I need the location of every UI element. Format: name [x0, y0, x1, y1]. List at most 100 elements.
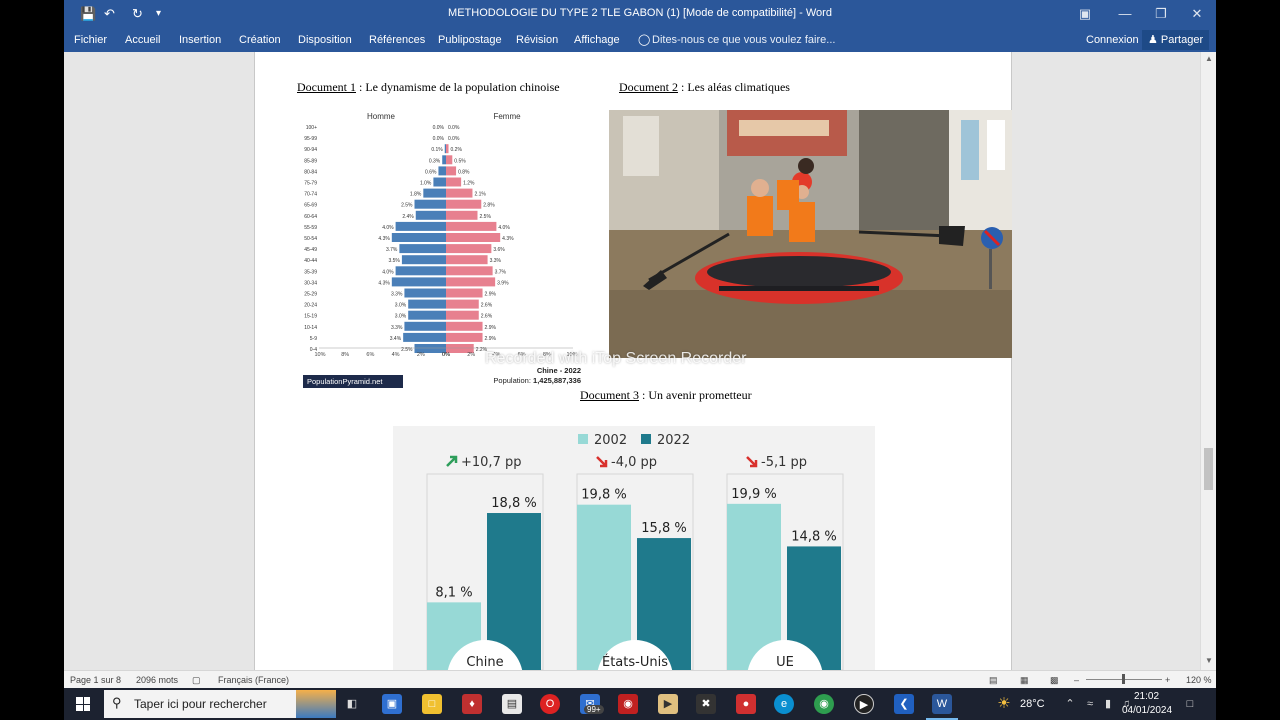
- search-placeholder: Taper ici pour rechercher: [134, 697, 267, 711]
- chrome-icon[interactable]: ◉: [814, 694, 834, 714]
- document-icon[interactable]: ▤: [502, 694, 522, 714]
- tab-creation[interactable]: Création: [239, 32, 281, 48]
- camera-app-icon[interactable]: ●: [736, 694, 756, 714]
- tab-references[interactable]: Références: [369, 32, 425, 48]
- pyramid-value-femme: 3.7%: [495, 269, 507, 275]
- tab-revision[interactable]: Révision: [516, 32, 558, 48]
- media-player-icon[interactable]: ▶: [658, 694, 678, 714]
- pyramid-value-homme: 1.8%: [410, 192, 422, 198]
- tab-disposition[interactable]: Disposition: [298, 32, 352, 48]
- store-icon[interactable]: ▣: [382, 694, 402, 714]
- scroll-up-icon[interactable]: ▲: [1201, 54, 1216, 63]
- read-mode-icon[interactable]: ▤: [989, 674, 998, 686]
- zoom-in-icon[interactable]: +: [1165, 674, 1170, 686]
- pyramid-value-femme: 2.9%: [485, 292, 497, 298]
- pyramid-value-homme: 3.3%: [391, 325, 403, 331]
- pyramid-bar-homme: [444, 144, 446, 154]
- tab-publipostage[interactable]: Publipostage: [438, 32, 502, 48]
- pyramid-value-homme: 4.0%: [382, 269, 394, 275]
- pyramid-bar-femme: [446, 266, 493, 276]
- wifi-icon[interactable]: ≈: [1080, 694, 1100, 714]
- pyramid-value-homme: 4.3%: [378, 280, 390, 286]
- bar-value-label: 15,8 %: [641, 521, 686, 536]
- pyramid-value-homme: 2.4%: [402, 214, 414, 220]
- temperature[interactable]: 28°C: [1020, 698, 1045, 710]
- battery-icon[interactable]: ▮: [1098, 694, 1118, 714]
- pyramid-bar-femme: [446, 299, 479, 309]
- pyramid-age-label: 90-94: [304, 147, 317, 153]
- status-bar: Page 1 sur 8 2096 mots ▢ Français (Franc…: [64, 670, 1216, 688]
- pyramid-age-label: 75-79: [304, 181, 317, 187]
- category-label: Chine: [466, 655, 503, 670]
- recorder-watermark: Recorded with iTop Screen Recorder: [485, 350, 747, 367]
- pyramid-age-label: 65-69: [304, 203, 317, 209]
- pyramid-bar-femme: [446, 188, 473, 198]
- bar-value-label: 18,8 %: [491, 496, 536, 511]
- pyramid-age-label: 45-49: [304, 247, 317, 253]
- lightbulb-icon: ◯: [638, 34, 651, 46]
- scroll-thumb[interactable]: [1204, 448, 1213, 490]
- share-button[interactable]: ♟ Partager: [1142, 30, 1210, 50]
- page-count[interactable]: Page 1 sur 8: [70, 674, 121, 686]
- tell-me-input[interactable]: Dites-nous ce que vous voulez faire...: [652, 32, 835, 48]
- clock-time[interactable]: 21:02: [1134, 691, 1159, 702]
- zoom-level[interactable]: 120 %: [1186, 674, 1212, 686]
- close-icon[interactable]: ✕: [1182, 4, 1212, 24]
- pyramid-bar-femme: [446, 144, 449, 154]
- pyramid-age-label: 35-39: [304, 269, 317, 275]
- video-player-icon[interactable]: ▶: [854, 694, 874, 714]
- signin-link[interactable]: Connexion: [1086, 32, 1139, 48]
- restore-icon[interactable]: ❐: [1146, 4, 1176, 24]
- app-red-icon[interactable]: ♦: [462, 694, 482, 714]
- print-layout-icon[interactable]: ▦: [1020, 674, 1029, 686]
- scroll-down-icon[interactable]: ▼: [1201, 656, 1216, 665]
- population-pyramid-chart: Homme Femme 100+ 0.0% 0.0%95-99 0.0% 0.0%90-…: [303, 112, 581, 388]
- windows-start-icon[interactable]: [76, 697, 90, 711]
- pyramid-value-femme: 0.0%: [448, 125, 460, 131]
- word-taskbar-icon[interactable]: W: [932, 694, 952, 714]
- arrow-up-icon: [446, 455, 458, 467]
- ribbon-display-options-icon[interactable]: ▣: [1070, 4, 1100, 24]
- web-layout-icon[interactable]: ▩: [1050, 674, 1059, 686]
- pyramid-bar-homme: [414, 199, 446, 209]
- task-view-icon[interactable]: ◧: [342, 694, 362, 714]
- tab-insertion[interactable]: Insertion: [179, 32, 221, 48]
- pyramid-value-femme: 2.1%: [474, 192, 486, 198]
- title-bar: 💾 ↶ ↻ ▾ METHODOLOGIE DU TYPE 2 TLE GABON…: [64, 0, 1216, 28]
- tab-affichage[interactable]: Affichage: [574, 32, 620, 48]
- clock-date[interactable]: 04/01/2024: [1122, 705, 1172, 716]
- language[interactable]: Français (France): [218, 674, 289, 686]
- taskbar-search-input[interactable]: ⚲ Taper ici pour rechercher: [104, 690, 336, 718]
- pyramid-bar-femme: [446, 210, 478, 220]
- document-page[interactable]: Document 1 : Le dynamisme de la populati…: [254, 52, 1012, 670]
- chevron-up-icon[interactable]: ⌃: [1060, 694, 1080, 714]
- weather-icon[interactable]: ☀: [994, 694, 1014, 714]
- file-explorer-icon[interactable]: □: [422, 694, 442, 714]
- tab-accueil[interactable]: Accueil: [125, 32, 160, 48]
- vertical-scrollbar[interactable]: ▲ ▼: [1200, 52, 1216, 670]
- zoom-slider-thumb[interactable]: [1122, 674, 1125, 684]
- pyramid-bar-homme: [433, 177, 446, 187]
- pyramid-value-femme: 3.3%: [490, 258, 502, 264]
- vscode-icon[interactable]: ❮: [894, 694, 914, 714]
- notifications-icon[interactable]: □: [1180, 694, 1200, 714]
- edge-icon[interactable]: e: [774, 694, 794, 714]
- proofing-icon[interactable]: ▢: [192, 674, 201, 686]
- pyramid-bar-femme: [446, 288, 483, 298]
- pyramid-value-homme: 3.0%: [395, 303, 407, 309]
- pyramid-value-femme: 3.6%: [493, 247, 505, 253]
- opera-icon[interactable]: O: [540, 694, 560, 714]
- pyramid-bar-femme: [446, 233, 501, 242]
- pyramid-value-femme: 2.6%: [481, 303, 493, 309]
- tab-fichier[interactable]: Fichier: [74, 32, 107, 48]
- capcut-icon[interactable]: ✖: [696, 694, 716, 714]
- word-count[interactable]: 2096 mots: [136, 674, 178, 686]
- pyramid-bar-femme: [446, 177, 462, 187]
- recorder-app-icon[interactable]: ◉: [618, 694, 638, 714]
- zoom-out-icon[interactable]: –: [1074, 674, 1079, 686]
- doc3-text: : Un avenir prometteur: [639, 388, 752, 402]
- legend-swatch-2002: [578, 434, 588, 444]
- pyramid-x-tick: 2%: [467, 352, 475, 358]
- pyramid-value-homme: 4.3%: [378, 236, 390, 242]
- minimize-icon[interactable]: —: [1110, 4, 1140, 24]
